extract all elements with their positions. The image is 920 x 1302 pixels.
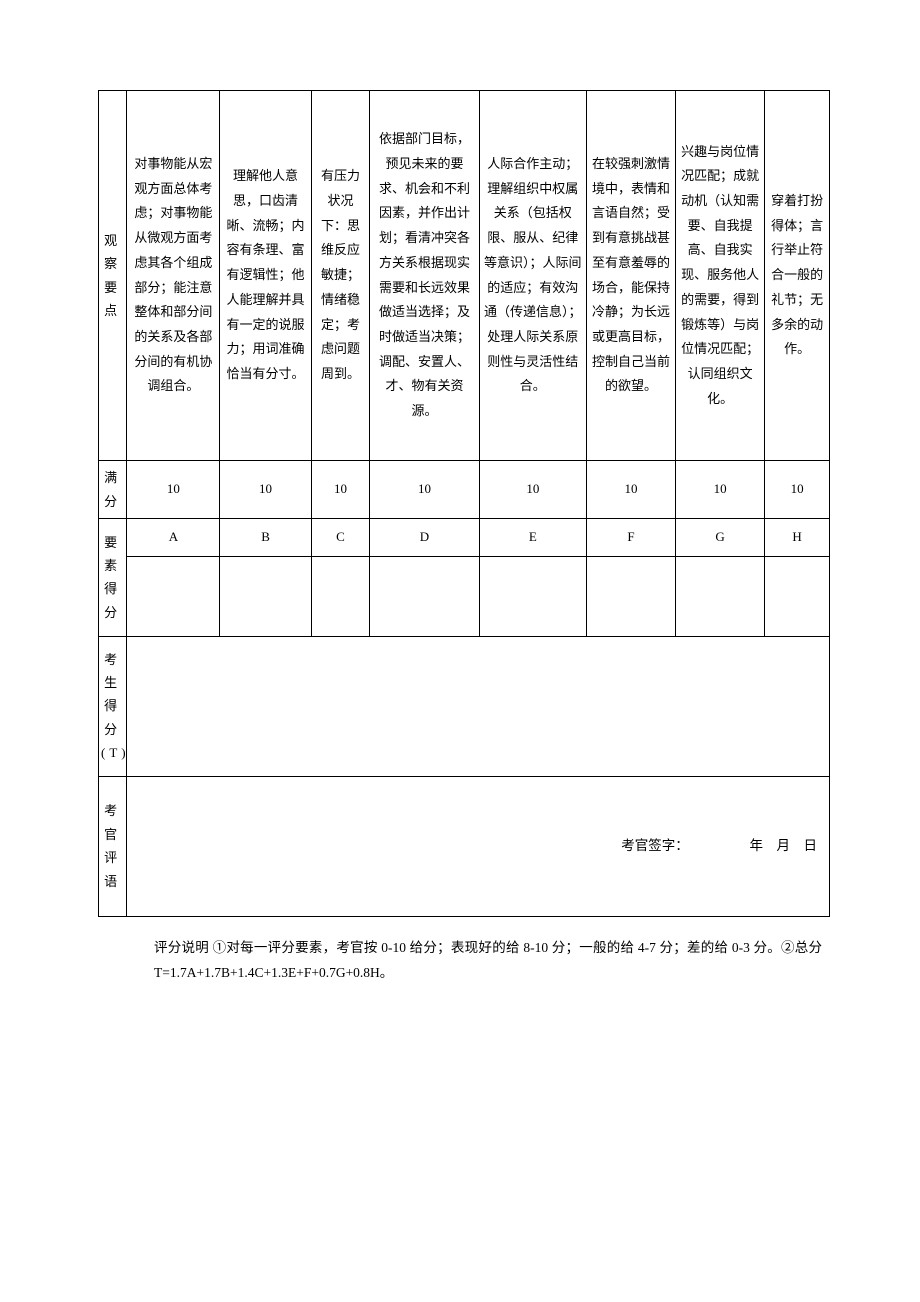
full-c5: 10	[479, 461, 586, 519]
obs-c5: 人际合作主动；理解组织中权属关系（包括权限、服从、纪律等意识）；人际间的适应；有…	[479, 91, 586, 461]
row-candidate-score: 考生得分(T)	[99, 636, 830, 776]
elem-blank-c1	[127, 556, 220, 636]
row-label-element: 要素得分	[99, 519, 127, 637]
elem-c8: H	[765, 519, 830, 557]
obs-c1: 对事物能从宏观方面总体考虑；对事物能从微观方面考虑其各个组成部分；能注意整体和部…	[127, 91, 220, 461]
obs-c7: 兴趣与岗位情况匹配；成就动机（认知需要、自我提高、自我实现、服务他人的需要，得到…	[676, 91, 765, 461]
full-c3: 10	[311, 461, 370, 519]
full-c2: 10	[220, 461, 311, 519]
elem-c4: D	[370, 519, 479, 557]
elem-c2: B	[220, 519, 311, 557]
signature-cell: 考官签字： 年 月 日	[127, 776, 830, 916]
elem-c5: E	[479, 519, 586, 557]
full-c6: 10	[586, 461, 675, 519]
scoring-table: 观察要点 对事物能从宏观方面总体考虑；对事物能从微观方面考虑其各个组成部分；能注…	[98, 90, 830, 917]
full-c4: 10	[370, 461, 479, 519]
row-examiner-remark: 考官评语 考官签字： 年 月 日	[99, 776, 830, 916]
elem-blank-c2	[220, 556, 311, 636]
row-label-candidate: 考生得分(T)	[99, 636, 127, 776]
candidate-score-cell	[127, 636, 830, 776]
row-element-blank	[99, 556, 830, 636]
elem-c3: C	[311, 519, 370, 557]
obs-c6: 在较强刺激情境中，表情和言语自然；受到有意挑战甚至有意羞辱的场合，能保持冷静；为…	[586, 91, 675, 461]
obs-c8: 穿着打扮得体；言行举止符合一般的礼节；无多余的动作。	[765, 91, 830, 461]
elem-blank-c6	[586, 556, 675, 636]
obs-c3: 有压力状况下：思维反应敏捷；情绪稳定；考虑问题周到。	[311, 91, 370, 461]
elem-c6: F	[586, 519, 675, 557]
row-label-observation: 观察要点	[99, 91, 127, 461]
full-c1: 10	[127, 461, 220, 519]
elem-blank-c5	[479, 556, 586, 636]
scoring-notes: 评分说明 ①对每一评分要素，考官按 0-10 给分；表现好的给 8-10 分；一…	[98, 917, 830, 986]
full-c8: 10	[765, 461, 830, 519]
row-label-remark: 考官评语	[99, 776, 127, 916]
elem-blank-c4	[370, 556, 479, 636]
full-c7: 10	[676, 461, 765, 519]
obs-c4: 依据部门目标，预见未来的要求、机会和不利因素，并作出计划；看清冲突各方关系根据现…	[370, 91, 479, 461]
elem-blank-c7	[676, 556, 765, 636]
elem-blank-c3	[311, 556, 370, 636]
elem-c1: A	[127, 519, 220, 557]
row-label-fullscore: 满分	[99, 461, 127, 519]
row-fullscore: 满分 10 10 10 10 10 10 10 10	[99, 461, 830, 519]
elem-c7: G	[676, 519, 765, 557]
obs-c2: 理解他人意思，口齿清晰、流畅；内容有条理、富有逻辑性；他人能理解并具有一定的说服…	[220, 91, 311, 461]
row-element-letters: 要素得分 A B C D E F G H	[99, 519, 830, 557]
elem-blank-c8	[765, 556, 830, 636]
row-observation: 观察要点 对事物能从宏观方面总体考虑；对事物能从微观方面考虑其各个组成部分；能注…	[99, 91, 830, 461]
